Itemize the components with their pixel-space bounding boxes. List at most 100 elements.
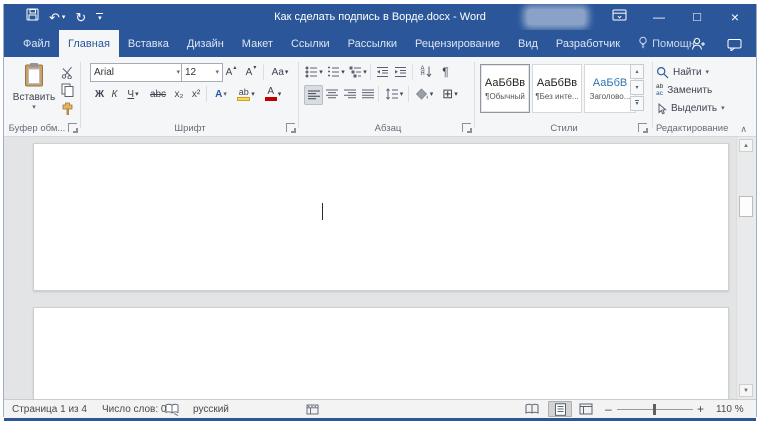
- close-button[interactable]: ×: [721, 4, 749, 30]
- quick-access-toolbar: ↶ ▾ ↻ ▾: [26, 4, 104, 30]
- show-formatting-marks-button[interactable]: ¶: [438, 63, 453, 81]
- format-painter-button[interactable]: [58, 99, 76, 117]
- borders-button[interactable]: ⊞ ▾: [438, 85, 462, 103]
- subscript-button[interactable]: x₂: [171, 85, 187, 103]
- tab-label: Ссылки: [290, 37, 330, 50]
- cut-button[interactable]: [58, 63, 76, 81]
- group-label-styles: Стили: [550, 123, 578, 134]
- select-button[interactable]: Выделить ▾: [656, 101, 725, 116]
- find-label: Найти: [673, 67, 702, 78]
- status-bar: Страница 1 из 4 Число слов: 0 русский – …: [4, 399, 756, 418]
- underline-button[interactable]: Ч ▾: [122, 85, 144, 103]
- collapse-ribbon-button[interactable]: ∧: [740, 124, 747, 135]
- zoom-slider-thumb[interactable]: [653, 404, 656, 415]
- style-no-spacing[interactable]: АаБбВв ¶Без инте...: [532, 64, 582, 113]
- bold-button[interactable]: Ж: [92, 85, 107, 103]
- chevron-down-icon: ▾: [319, 68, 323, 76]
- text-effects-button[interactable]: А ▾: [210, 85, 232, 103]
- redo-icon[interactable]: ↻: [75, 11, 86, 24]
- more-styles-icon: ▾: [635, 100, 639, 107]
- tab-review[interactable]: Рецензирование: [406, 30, 509, 57]
- font-name-combobox[interactable]: Arial ▾: [90, 63, 184, 82]
- highlight-color-bar: [237, 96, 251, 101]
- styles-gallery-more-button[interactable]: ▾: [630, 96, 644, 111]
- tab-home[interactable]: Главная: [59, 30, 119, 57]
- align-center-button[interactable]: [323, 85, 340, 103]
- styles-dialog-launcher[interactable]: [638, 123, 648, 133]
- zoom-out-button[interactable]: –: [605, 400, 612, 418]
- styles-gallery-up-button[interactable]: ▴: [630, 64, 644, 79]
- web-layout-button[interactable]: [574, 401, 598, 417]
- font-color-button[interactable]: А ▾: [261, 85, 285, 103]
- share-person-icon[interactable]: [691, 37, 706, 56]
- tab-file[interactable]: Файл: [14, 30, 59, 57]
- change-case-button[interactable]: Аа ▾: [267, 63, 293, 81]
- sort-button[interactable]: АЯ: [416, 63, 436, 81]
- macro-record-icon[interactable]: [306, 400, 319, 418]
- ribbon-home: Вставить ▾ Буфер обм... Arial ▾ 12 ▾ А ▴…: [4, 57, 756, 137]
- titlebar: ↶ ▾ ↻ ▾ Как сделать подпись в Ворде.docx…: [4, 4, 756, 30]
- chevron-down-icon[interactable]: ▾: [62, 14, 66, 21]
- tab-label: Главная: [68, 37, 110, 50]
- shading-button[interactable]: ▾: [412, 85, 436, 103]
- italic-button[interactable]: К: [108, 85, 121, 103]
- change-case-glyph: Аа: [271, 66, 284, 78]
- styles-gallery-down-button[interactable]: ▾: [630, 80, 644, 95]
- page-indicator[interactable]: Страница 1 из 4: [12, 400, 87, 418]
- font-size-combobox[interactable]: 12 ▾: [181, 63, 223, 82]
- scroll-up-button[interactable]: ▲: [739, 139, 753, 152]
- justify-button[interactable]: [359, 85, 376, 103]
- tab-design[interactable]: Дизайн: [178, 30, 233, 57]
- find-button[interactable]: Найти ▾: [656, 65, 709, 80]
- undo-button[interactable]: ↶ ▾: [49, 11, 65, 24]
- read-mode-button[interactable]: [520, 401, 544, 417]
- grow-font-button[interactable]: А ▴: [222, 63, 240, 81]
- text-effects-glyph: А: [215, 88, 223, 100]
- decrease-indent-button[interactable]: [374, 63, 391, 81]
- language-indicator[interactable]: русский: [193, 400, 229, 418]
- increase-indent-button[interactable]: [392, 63, 409, 81]
- paste-button[interactable]: Вставить ▾: [12, 62, 56, 118]
- zoom-level[interactable]: 110 %: [716, 400, 744, 418]
- strikethrough-button[interactable]: abc: [146, 85, 170, 103]
- tab-references[interactable]: Ссылки: [282, 30, 339, 57]
- tab-layout[interactable]: Макет: [233, 30, 282, 57]
- maximize-button[interactable]: □: [683, 4, 711, 30]
- font-dialog-launcher[interactable]: [286, 123, 296, 133]
- chevron-down-icon: ▾: [399, 90, 404, 98]
- style-normal[interactable]: АаБбВв ¶Обычный: [480, 64, 530, 113]
- proofing-status-icon[interactable]: [165, 400, 179, 418]
- copy-button[interactable]: [58, 81, 76, 99]
- scroll-down-button[interactable]: ▼: [739, 384, 753, 397]
- save-icon[interactable]: [26, 8, 39, 26]
- print-layout-button[interactable]: [548, 401, 572, 417]
- multilevel-list-button[interactable]: ▾: [348, 63, 368, 81]
- comments-icon[interactable]: [727, 38, 742, 56]
- bullets-button[interactable]: ▾: [304, 63, 324, 81]
- style-heading1[interactable]: АаБбВ Заголово...: [584, 64, 636, 113]
- replace-button[interactable]: ab ac Заменить: [656, 83, 712, 98]
- shrink-font-button[interactable]: А ▾: [242, 63, 260, 81]
- line-spacing-button[interactable]: ▾: [382, 85, 406, 103]
- paragraph-dialog-launcher[interactable]: [462, 123, 472, 133]
- scrollbar-thumb[interactable]: [739, 196, 753, 217]
- align-left-button[interactable]: [304, 85, 323, 105]
- tab-mailings[interactable]: Рассылки: [339, 30, 406, 57]
- minimize-button[interactable]: —: [645, 4, 673, 30]
- align-right-button[interactable]: [341, 85, 358, 103]
- tab-insert[interactable]: Вставка: [119, 30, 178, 57]
- chevron-down-icon: ▾: [135, 90, 139, 98]
- zoom-in-button[interactable]: +: [697, 400, 704, 418]
- document-page-1[interactable]: [33, 143, 729, 291]
- document-page-2[interactable]: [33, 307, 729, 399]
- customize-qat-button[interactable]: ▾: [96, 12, 104, 22]
- highlight-color-button[interactable]: ab ▾: [234, 85, 258, 103]
- word-count[interactable]: Число слов: 0: [102, 400, 166, 418]
- superscript-button[interactable]: x²: [188, 85, 204, 103]
- tab-developer[interactable]: Разработчик: [547, 30, 629, 57]
- vertical-scrollbar[interactable]: ▲ ▼: [736, 137, 756, 399]
- clipboard-dialog-launcher[interactable]: [68, 123, 78, 133]
- numbering-button[interactable]: ▾: [326, 63, 346, 81]
- ribbon-display-options-button[interactable]: [605, 4, 633, 30]
- tab-view[interactable]: Вид: [509, 30, 547, 57]
